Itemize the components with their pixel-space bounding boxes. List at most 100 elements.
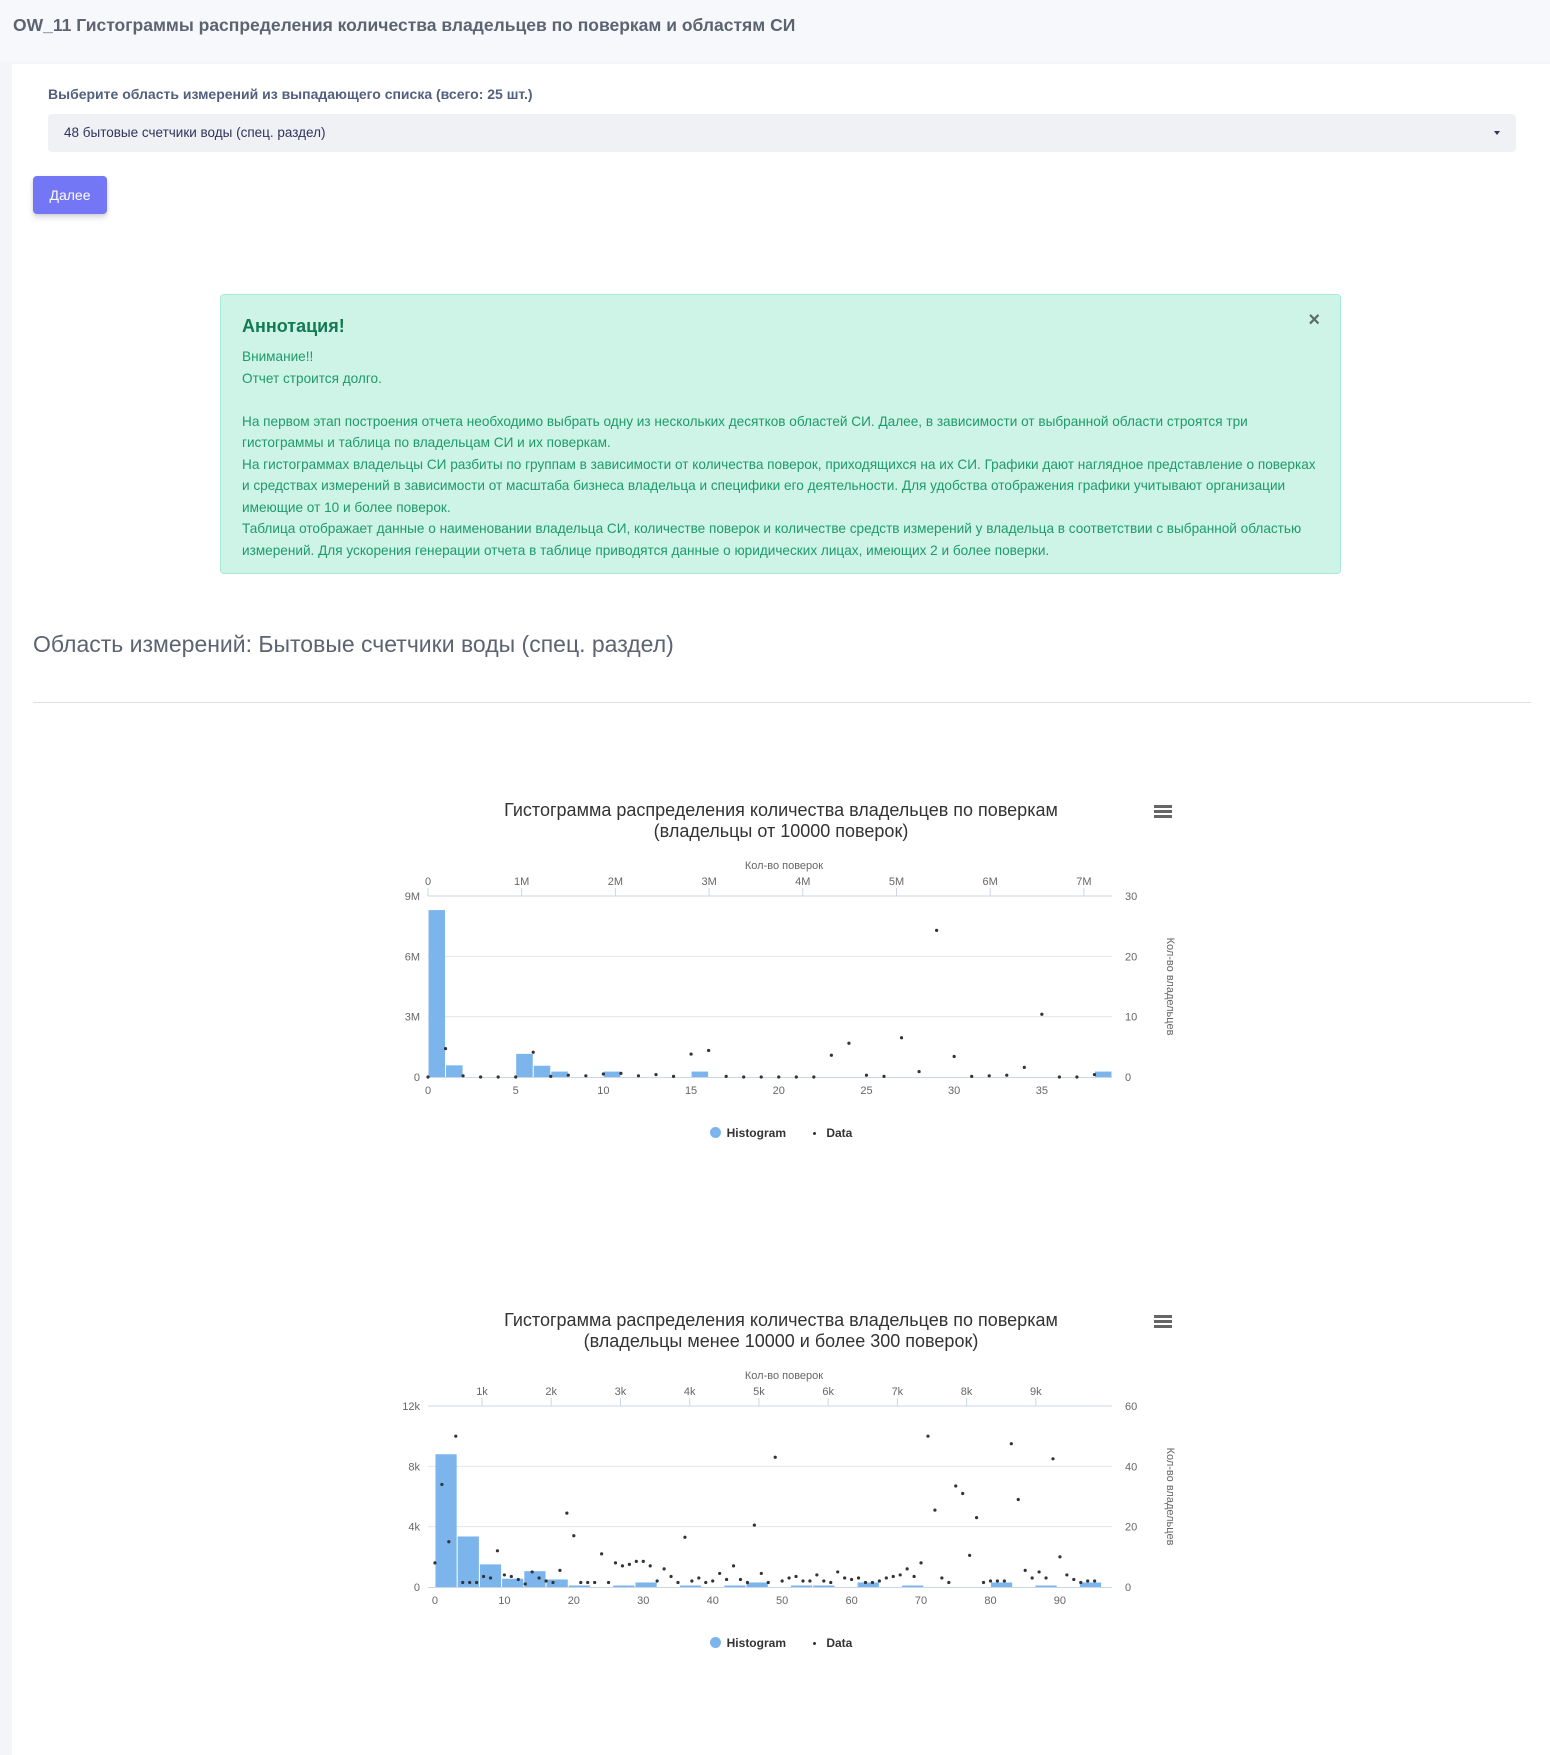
histogram-bar	[857, 1582, 879, 1587]
data-point	[905, 1567, 909, 1571]
data-point	[801, 1579, 805, 1583]
data-point	[514, 1075, 518, 1079]
alert-paragraph: На первом этап построения отчета необход…	[242, 413, 1248, 451]
data-point	[676, 1580, 680, 1585]
right-axis-label: 20	[1125, 951, 1137, 963]
data-point	[1009, 1442, 1013, 1446]
data-point	[1037, 1570, 1041, 1574]
data-point	[970, 1074, 974, 1078]
data-point	[565, 1511, 569, 1515]
data-point	[1023, 1568, 1027, 1573]
bottom-axis-label: 10	[498, 1595, 510, 1607]
data-point	[899, 1036, 904, 1040]
histogram-bar	[551, 1071, 568, 1077]
alert-paragraph: Таблица отображает данные о наименовании…	[242, 521, 1302, 558]
data-point	[1079, 1580, 1083, 1585]
data-point	[1065, 1573, 1069, 1577]
data-point	[917, 1069, 921, 1074]
bottom-axis-label: 10	[597, 1085, 609, 1097]
histogram-bar	[546, 1579, 568, 1587]
data-point	[475, 1580, 479, 1585]
data-point	[877, 1579, 881, 1583]
section-title: Область измерений: Бытовые счетчики воды…	[33, 631, 674, 657]
data-point	[636, 1074, 641, 1078]
legend-item-data[interactable]: Data	[813, 1126, 852, 1140]
bottom-axis-label: 25	[860, 1085, 872, 1097]
histogram-chart-1: Гистограмма распределения количества вла…	[12, 794, 1550, 1194]
histogram-chart-2: Гистограмма распределения количества вла…	[12, 1304, 1550, 1704]
data-point	[891, 1574, 895, 1579]
bottom-axis-label: 35	[1036, 1085, 1048, 1097]
data-point	[829, 1580, 833, 1585]
legend-marker	[709, 1637, 721, 1648]
data-point	[812, 1075, 816, 1079]
data-point	[1002, 1579, 1006, 1583]
close-icon[interactable]: ×	[1308, 309, 1320, 332]
data-point	[461, 1074, 465, 1078]
data-point	[1086, 1579, 1090, 1583]
data-point	[613, 1561, 618, 1565]
data-point	[704, 1580, 708, 1585]
data-point	[898, 1573, 902, 1577]
data-point	[836, 1570, 840, 1574]
chevron-down-icon	[1494, 131, 1500, 135]
data-point	[961, 1491, 965, 1496]
data-point	[847, 1041, 851, 1045]
data-point	[981, 1580, 986, 1585]
left-axis-label: 12k	[402, 1401, 420, 1413]
annotation-alert: Аннотация! × Внимание!! Отчет строится д…	[220, 294, 1341, 574]
data-point	[641, 1559, 645, 1563]
data-point	[579, 1580, 583, 1585]
data-point	[856, 1576, 861, 1580]
data-point	[987, 1074, 991, 1078]
bottom-axis-label: 30	[948, 1085, 960, 1097]
data-point	[447, 1540, 451, 1544]
bottom-axis-label: 40	[707, 1595, 719, 1607]
histogram-bar	[679, 1585, 702, 1587]
next-button[interactable]: Далее	[33, 176, 107, 214]
legend-item-histogram[interactable]: Histogram	[709, 1126, 786, 1140]
data-point	[443, 1047, 448, 1051]
top-axis-label: 2M	[608, 876, 623, 888]
data-point	[584, 1074, 588, 1078]
bottom-axis-label: 20	[773, 1085, 785, 1097]
top-axis-label: 8k	[961, 1386, 973, 1398]
histogram-bar	[516, 1053, 533, 1077]
data-point	[426, 1075, 430, 1079]
data-point	[863, 1580, 868, 1585]
data-point	[1093, 1579, 1097, 1583]
data-point	[780, 1579, 784, 1583]
data-point	[502, 1573, 506, 1577]
data-point	[454, 1434, 458, 1438]
data-point	[738, 1577, 743, 1582]
top-axis-label: 5k	[753, 1386, 765, 1398]
data-point	[551, 1580, 555, 1585]
legend-item-data[interactable]: Data	[813, 1636, 852, 1650]
bottom-axis-label: 70	[915, 1595, 927, 1607]
bottom-axis-label: 5	[513, 1085, 519, 1097]
measurement-area-select[interactable]: 48 бытовые счетчики воды (спец. раздел)	[48, 114, 1516, 152]
data-point	[516, 1577, 520, 1582]
top-axis-label: 3M	[701, 876, 716, 888]
alert-paragraph: На гистограммах владельцы СИ разбиты по …	[242, 456, 1316, 515]
histogram-bar	[524, 1571, 546, 1587]
data-point	[870, 1580, 875, 1585]
data-point	[601, 1072, 605, 1076]
data-point	[718, 1571, 722, 1576]
data-point	[849, 1577, 854, 1582]
data-point	[884, 1576, 888, 1580]
legend-item-histogram[interactable]: Histogram	[709, 1636, 786, 1650]
top-axis-label: 6M	[983, 876, 998, 888]
right-axis-title: Кол-во владельцев	[1164, 1448, 1176, 1546]
right-axis-label: 0	[1125, 1582, 1131, 1594]
page-title: OW_11 Гистограммы распределения количест…	[13, 15, 796, 35]
histogram-bar	[1035, 1585, 1057, 1587]
data-point	[669, 1574, 673, 1579]
left-axis-label: 6M	[405, 951, 420, 963]
right-axis-label: 20	[1125, 1522, 1137, 1534]
right-axis-label: 60	[1125, 1401, 1137, 1413]
histogram-bar	[990, 1582, 1013, 1587]
data-point	[933, 1508, 937, 1512]
data-point	[440, 1482, 444, 1487]
legend-marker	[813, 1642, 817, 1645]
